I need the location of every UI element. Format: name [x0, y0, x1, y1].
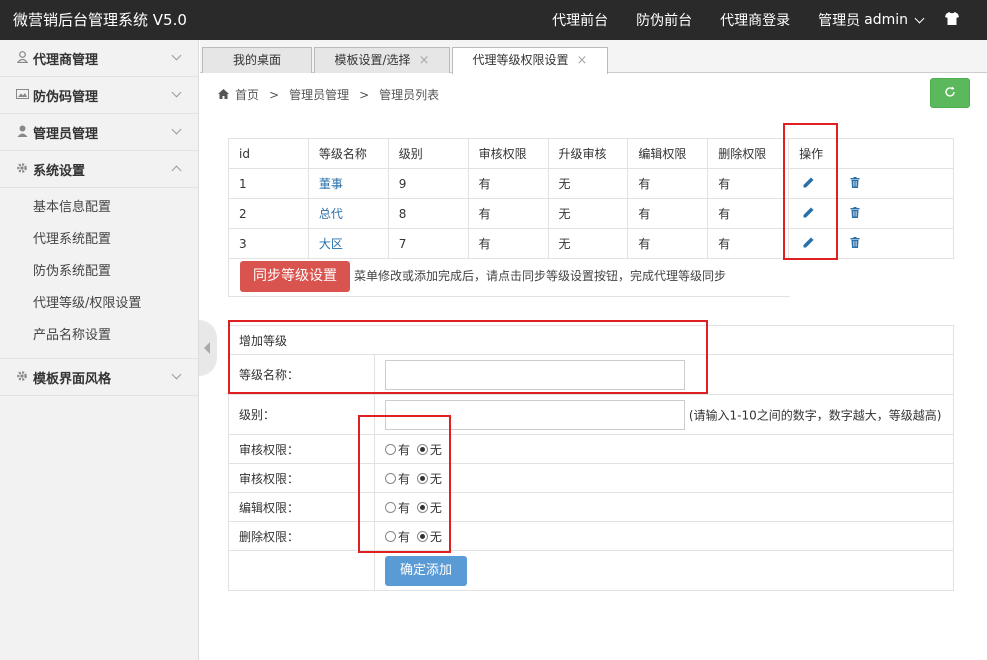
level-hint: (请输入1-10之间的数字，数字越大，等级越高) — [688, 408, 942, 422]
sync-levels-button[interactable]: 同步等级设置 — [240, 261, 350, 292]
form-row: 审核权限： 有 无 — [228, 463, 954, 493]
level-name-link[interactable]: 董事 — [307, 168, 389, 199]
close-icon[interactable]: × — [577, 53, 588, 68]
refresh-icon — [944, 84, 956, 102]
level-name-link[interactable]: 大区 — [307, 228, 389, 259]
breadcrumb-home[interactable]: 首页 — [235, 86, 259, 103]
col-level: 级别 — [387, 138, 469, 169]
sidebar-group-admins[interactable]: 管理员管理 — [0, 114, 198, 151]
col-id: id — [228, 138, 309, 169]
sidebar-group-anticode[interactable]: 防伪码管理 — [0, 77, 198, 114]
role-label: 管理员 — [818, 13, 861, 29]
chevron-down-icon — [914, 13, 925, 23]
sidebar-item-level-permissions[interactable]: 代理等级/权限设置 — [0, 288, 198, 320]
nav-agent-login[interactable]: 代理商登录 — [720, 10, 790, 30]
level-label: 级别： — [228, 394, 375, 435]
sidebar-collapse-handle[interactable] — [199, 320, 217, 376]
skin-icon[interactable] — [945, 11, 959, 29]
sync-row: 同步等级设置 菜单修改或添加完成后，请点击同步等级设置按钮，完成代理等级同步 — [228, 257, 790, 297]
sidebar: 代理商管理 防伪码管理 管理员管理 系统设置 基本信息配置 代理系统配置 防伪系… — [0, 40, 199, 660]
sync-note: 菜单修改或添加完成后，请点击同步等级设置按钮，完成代理等级同步 — [354, 269, 727, 283]
col-edit: 编辑权限 — [627, 138, 709, 169]
sidebar-item-agent-system[interactable]: 代理系统配置 — [0, 224, 198, 256]
table-row: 2 总代 8 有 无 有 有 — [228, 198, 954, 229]
gear-icon — [15, 162, 29, 177]
app-title: 微营销后台管理系统 V5.0 — [13, 11, 187, 29]
form-row: 确定添加 — [228, 550, 954, 591]
trash-icon[interactable] — [850, 206, 860, 221]
chevron-down-icon — [171, 124, 182, 135]
user-icon — [15, 50, 29, 66]
system-submenu: 基本信息配置 代理系统配置 防伪系统配置 代理等级/权限设置 产品名称设置 — [0, 188, 198, 359]
col-upgrade: 升级审核 — [547, 138, 629, 169]
perm-label: 编辑权限： — [228, 492, 375, 522]
form-row: 审核权限： 有 无 — [228, 434, 954, 464]
tab-level-permissions[interactable]: 代理等级权限设置 × — [452, 47, 608, 74]
perm-label: 审核权限： — [228, 463, 375, 493]
form-row: 编辑权限： 有 无 — [228, 492, 954, 522]
chevron-up-icon — [171, 165, 182, 176]
nav-antifake-frontend[interactable]: 防伪前台 — [636, 10, 692, 30]
user-menu[interactable]: 管理员 admin — [818, 10, 925, 30]
top-nav: 代理前台 防伪前台 代理商登录 管理员 admin — [552, 0, 987, 40]
gear-icon — [15, 370, 29, 385]
trash-icon[interactable] — [850, 176, 860, 191]
breadcrumb: 首页 > 管理员管理 > 管理员列表 — [218, 86, 439, 103]
chevron-down-icon — [171, 50, 182, 61]
highlight-box — [783, 123, 838, 260]
highlight-box — [228, 320, 708, 394]
breadcrumb-separator: > — [359, 87, 370, 102]
form-row: 级别： (请输入1-10之间的数字，数字越大，等级越高) — [228, 394, 954, 435]
tab-template-settings[interactable]: 模板设置/选择 × — [314, 47, 450, 73]
breadcrumb-admin-list: 管理员列表 — [379, 88, 440, 102]
table-header-row: id 等级名称 级别 审核权限 升级审核 编辑权限 删除权限 操作 — [228, 138, 954, 169]
sidebar-group-template-style[interactable]: 模板界面风格 — [0, 359, 198, 396]
username: admin — [864, 12, 908, 28]
close-icon[interactable]: × — [419, 53, 430, 68]
nav-agent-frontend[interactable]: 代理前台 — [552, 10, 608, 30]
confirm-add-button[interactable]: 确定添加 — [385, 555, 467, 586]
highlight-box — [358, 415, 451, 553]
top-bar: 微营销后台管理系统 V5.0 代理前台 防伪前台 代理商登录 管理员 admin — [0, 0, 987, 40]
tab-my-desktop[interactable]: 我的桌面 — [202, 47, 312, 73]
tab-bar: 我的桌面 模板设置/选择 × 代理等级权限设置 × — [200, 40, 987, 74]
trash-icon[interactable] — [850, 236, 860, 251]
image-icon — [15, 88, 29, 102]
col-level-name: 等级名称 — [307, 138, 389, 169]
chevron-down-icon — [171, 369, 182, 380]
table-row: 1 董事 9 有 无 有 有 — [228, 168, 954, 199]
form-row: 删除权限： 有 无 — [228, 521, 954, 551]
home-icon — [218, 88, 229, 102]
level-table: id 等级名称 级别 审核权限 升级审核 编辑权限 删除权限 操作 1 董事 9… — [228, 138, 954, 259]
sidebar-item-basic-info[interactable]: 基本信息配置 — [0, 192, 198, 224]
breadcrumb-separator: > — [269, 87, 280, 102]
sidebar-item-product-names[interactable]: 产品名称设置 — [0, 320, 198, 352]
col-delete: 删除权限 — [707, 138, 790, 169]
level-name-link[interactable]: 总代 — [307, 198, 389, 229]
sidebar-item-antifake-system[interactable]: 防伪系统配置 — [0, 256, 198, 288]
col-audit: 审核权限 — [467, 138, 549, 169]
sidebar-group-agents[interactable]: 代理商管理 — [0, 40, 198, 77]
table-row: 3 大区 7 有 无 有 有 — [228, 228, 954, 259]
perm-label: 审核权限： — [228, 434, 375, 464]
sidebar-group-system[interactable]: 系统设置 — [0, 151, 198, 188]
breadcrumb-admin-management[interactable]: 管理员管理 — [289, 86, 349, 103]
admin-icon — [15, 125, 29, 140]
chevron-down-icon — [171, 87, 182, 98]
perm-label: 删除权限： — [228, 521, 375, 551]
refresh-button[interactable] — [930, 78, 970, 108]
